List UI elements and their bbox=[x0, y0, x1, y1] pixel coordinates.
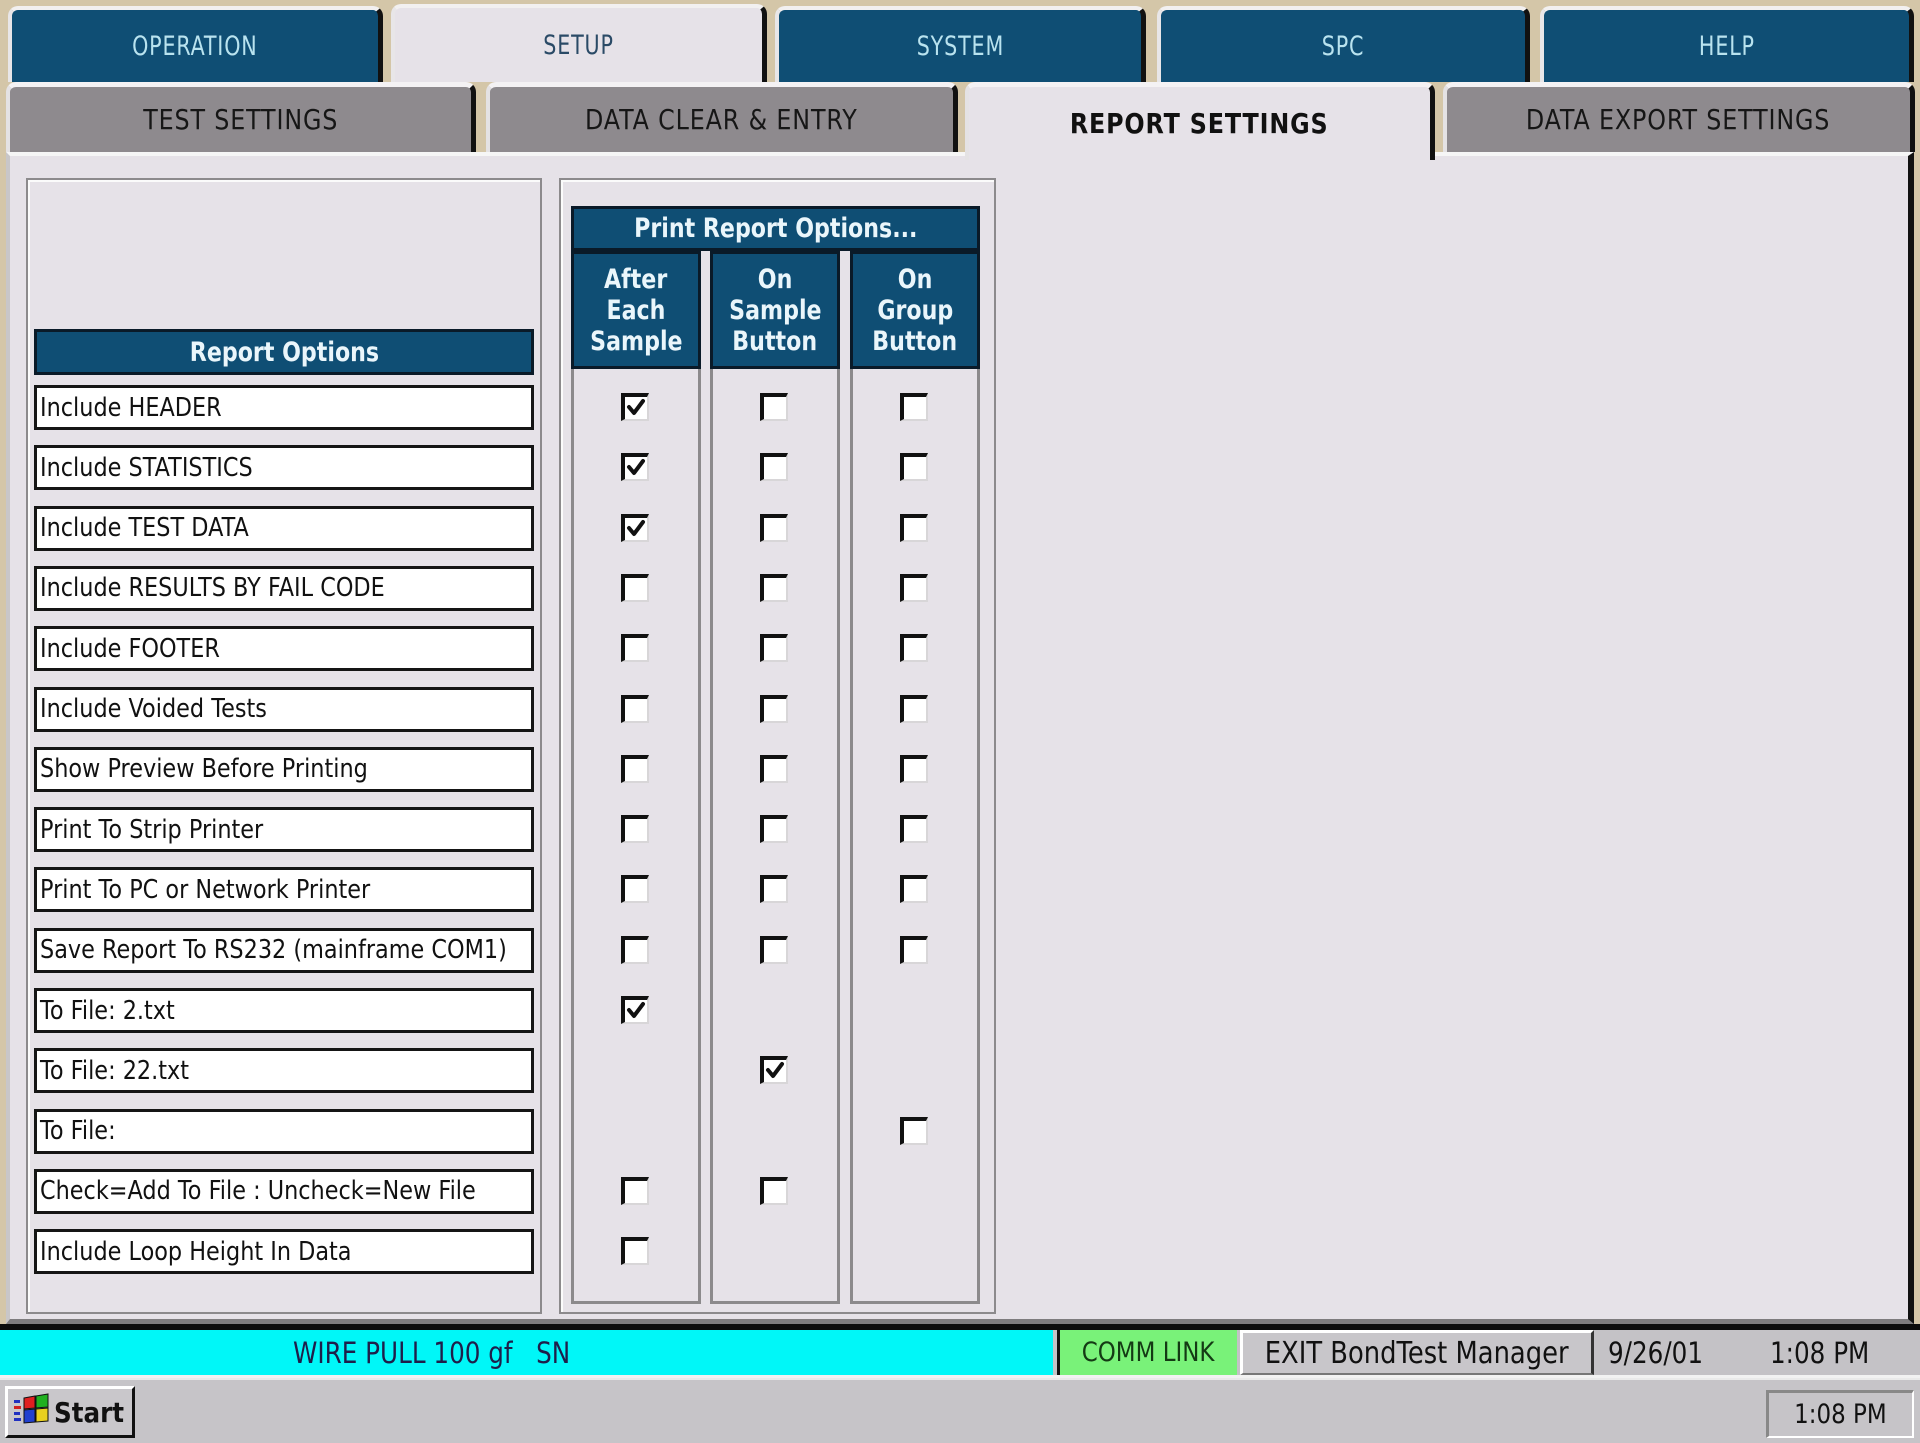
column-after-each-sample bbox=[571, 369, 701, 1304]
status-bar: WIRE PULL 100 gf SN COMM LINK EXIT BondT… bbox=[0, 1324, 1920, 1378]
checkbox-on-group-button[interactable] bbox=[900, 1116, 928, 1145]
checkbox-after-each-sample[interactable] bbox=[621, 1237, 649, 1266]
exit-bondtest-manager-button[interactable]: EXIT BondTest Manager bbox=[1240, 1330, 1594, 1375]
report-option-field[interactable]: To File: 2.txt bbox=[34, 988, 534, 1033]
checkbox-on-group-button[interactable] bbox=[900, 875, 928, 904]
status-time: 1:08 PM bbox=[1770, 1335, 1870, 1370]
report-option-field[interactable]: Save Report To RS232 (mainframe COM1) bbox=[34, 927, 534, 973]
tab-setup[interactable]: SETUP bbox=[391, 4, 767, 82]
checkbox-on-group-button[interactable] bbox=[900, 573, 928, 602]
checkbox-on-group-button[interactable] bbox=[900, 815, 928, 844]
checkbox-on-sample-button[interactable] bbox=[760, 815, 788, 844]
status-date: 9/26/01 bbox=[1608, 1335, 1704, 1370]
report-options-header: Report Options bbox=[34, 329, 534, 375]
checkbox-after-each-sample[interactable] bbox=[621, 875, 649, 904]
tab-report-settings[interactable]: REPORT SETTINGS bbox=[965, 82, 1435, 160]
checkbox-on-sample-button[interactable] bbox=[760, 875, 788, 904]
tab-test-settings[interactable]: TEST SETTINGS bbox=[6, 82, 476, 152]
checkmark-icon bbox=[627, 1002, 645, 1018]
checkbox-after-each-sample[interactable] bbox=[621, 573, 649, 602]
tab-spc[interactable]: SPC bbox=[1157, 6, 1530, 82]
checkbox-after-each-sample[interactable] bbox=[621, 513, 649, 542]
checkbox-on-group-button[interactable] bbox=[900, 453, 928, 482]
tab-operation[interactable]: OPERATION bbox=[8, 6, 383, 82]
system-tray-clock: 1:08 PM bbox=[1766, 1390, 1914, 1438]
checkbox-after-each-sample[interactable] bbox=[621, 815, 649, 844]
windows-logo-icon bbox=[14, 1392, 50, 1433]
checkbox-after-each-sample[interactable] bbox=[621, 694, 649, 723]
checkbox-on-sample-button[interactable] bbox=[760, 1056, 788, 1085]
checkmark-icon bbox=[627, 399, 645, 415]
report-option-field[interactable]: Include RESULTS BY FAIL CODE bbox=[34, 565, 534, 611]
checkbox-after-each-sample[interactable] bbox=[621, 453, 649, 482]
column-header-after-each-sample: After Each Sample bbox=[571, 251, 701, 369]
report-option-field[interactable]: Include FOOTER bbox=[34, 626, 534, 672]
checkmark-icon bbox=[766, 1062, 784, 1079]
checkbox-on-sample-button[interactable] bbox=[760, 453, 788, 482]
checkbox-after-each-sample[interactable] bbox=[621, 754, 649, 783]
checkbox-on-sample-button[interactable] bbox=[760, 1176, 788, 1205]
checkbox-on-sample-button[interactable] bbox=[760, 694, 788, 723]
tab-help[interactable]: HELP bbox=[1540, 6, 1914, 82]
checkbox-after-each-sample[interactable] bbox=[621, 393, 649, 421]
start-button[interactable]: Start bbox=[5, 1386, 135, 1438]
checkbox-on-group-button[interactable] bbox=[900, 634, 928, 663]
report-option-field[interactable]: To File: 22.txt bbox=[34, 1048, 534, 1094]
checkbox-after-each-sample[interactable] bbox=[621, 935, 649, 964]
report-option-field[interactable]: Show Preview Before Printing bbox=[34, 746, 534, 792]
column-on-sample-button bbox=[710, 369, 840, 1304]
taskbar: Start 1:08 PM bbox=[0, 1378, 1920, 1443]
report-option-field[interactable]: Print To Strip Printer bbox=[34, 807, 534, 853]
tab-system[interactable]: SYSTEM bbox=[775, 6, 1146, 82]
checkbox-on-sample-button[interactable] bbox=[760, 754, 788, 783]
checkbox-on-group-button[interactable] bbox=[900, 935, 928, 964]
checkbox-on-sample-button[interactable] bbox=[760, 935, 788, 964]
checkbox-on-sample-button[interactable] bbox=[760, 513, 788, 542]
checkbox-on-sample-button[interactable] bbox=[760, 634, 788, 663]
checkbox-on-group-button[interactable] bbox=[900, 393, 928, 421]
checkbox-after-each-sample[interactable] bbox=[621, 634, 649, 663]
report-option-field[interactable]: To File: bbox=[34, 1108, 534, 1154]
checkbox-on-sample-button[interactable] bbox=[760, 573, 788, 602]
test-mode-indicator: WIRE PULL 100 gf SN bbox=[0, 1330, 1053, 1375]
report-options-panel: Report Options Include HEADER Include STA… bbox=[26, 178, 542, 1314]
checkbox-after-each-sample[interactable] bbox=[621, 1176, 649, 1205]
report-option-field[interactable]: Include Loop Height In Data bbox=[34, 1229, 534, 1275]
checkmark-icon bbox=[627, 459, 645, 476]
checkbox-on-group-button[interactable] bbox=[900, 694, 928, 723]
report-option-field[interactable]: Check=Add To File : Uncheck=New File bbox=[34, 1168, 534, 1214]
report-option-field[interactable]: Include HEADER bbox=[34, 385, 534, 430]
report-option-field[interactable]: Include TEST DATA bbox=[34, 505, 534, 551]
report-settings-page: Report Options Include HEADER Include STA… bbox=[6, 152, 1914, 1324]
comm-link-indicator: COMM LINK bbox=[1057, 1330, 1237, 1375]
column-header-on-group-button: On Group Button bbox=[850, 251, 980, 369]
column-header-on-sample-button: On Sample Button bbox=[710, 251, 840, 369]
checkbox-after-each-sample[interactable] bbox=[621, 996, 649, 1024]
checkbox-on-sample-button[interactable] bbox=[760, 393, 788, 421]
print-report-options-header: Print Report Options... bbox=[571, 206, 980, 251]
checkbox-on-group-button[interactable] bbox=[900, 513, 928, 542]
checkbox-on-group-button[interactable] bbox=[900, 754, 928, 783]
report-option-field[interactable]: Include STATISTICS bbox=[34, 445, 534, 491]
column-on-group-button bbox=[850, 369, 980, 1304]
tab-data-export-settings[interactable]: DATA EXPORT SETTINGS bbox=[1443, 82, 1915, 152]
checkmark-icon bbox=[627, 519, 645, 536]
report-option-field[interactable]: Include Voided Tests bbox=[34, 686, 534, 732]
print-report-options-panel: Print Report Options... After Each Sampl… bbox=[559, 178, 996, 1314]
report-option-field[interactable]: Print To PC or Network Printer bbox=[34, 867, 534, 913]
tab-data-clear-entry[interactable]: DATA CLEAR & ENTRY bbox=[486, 82, 958, 152]
